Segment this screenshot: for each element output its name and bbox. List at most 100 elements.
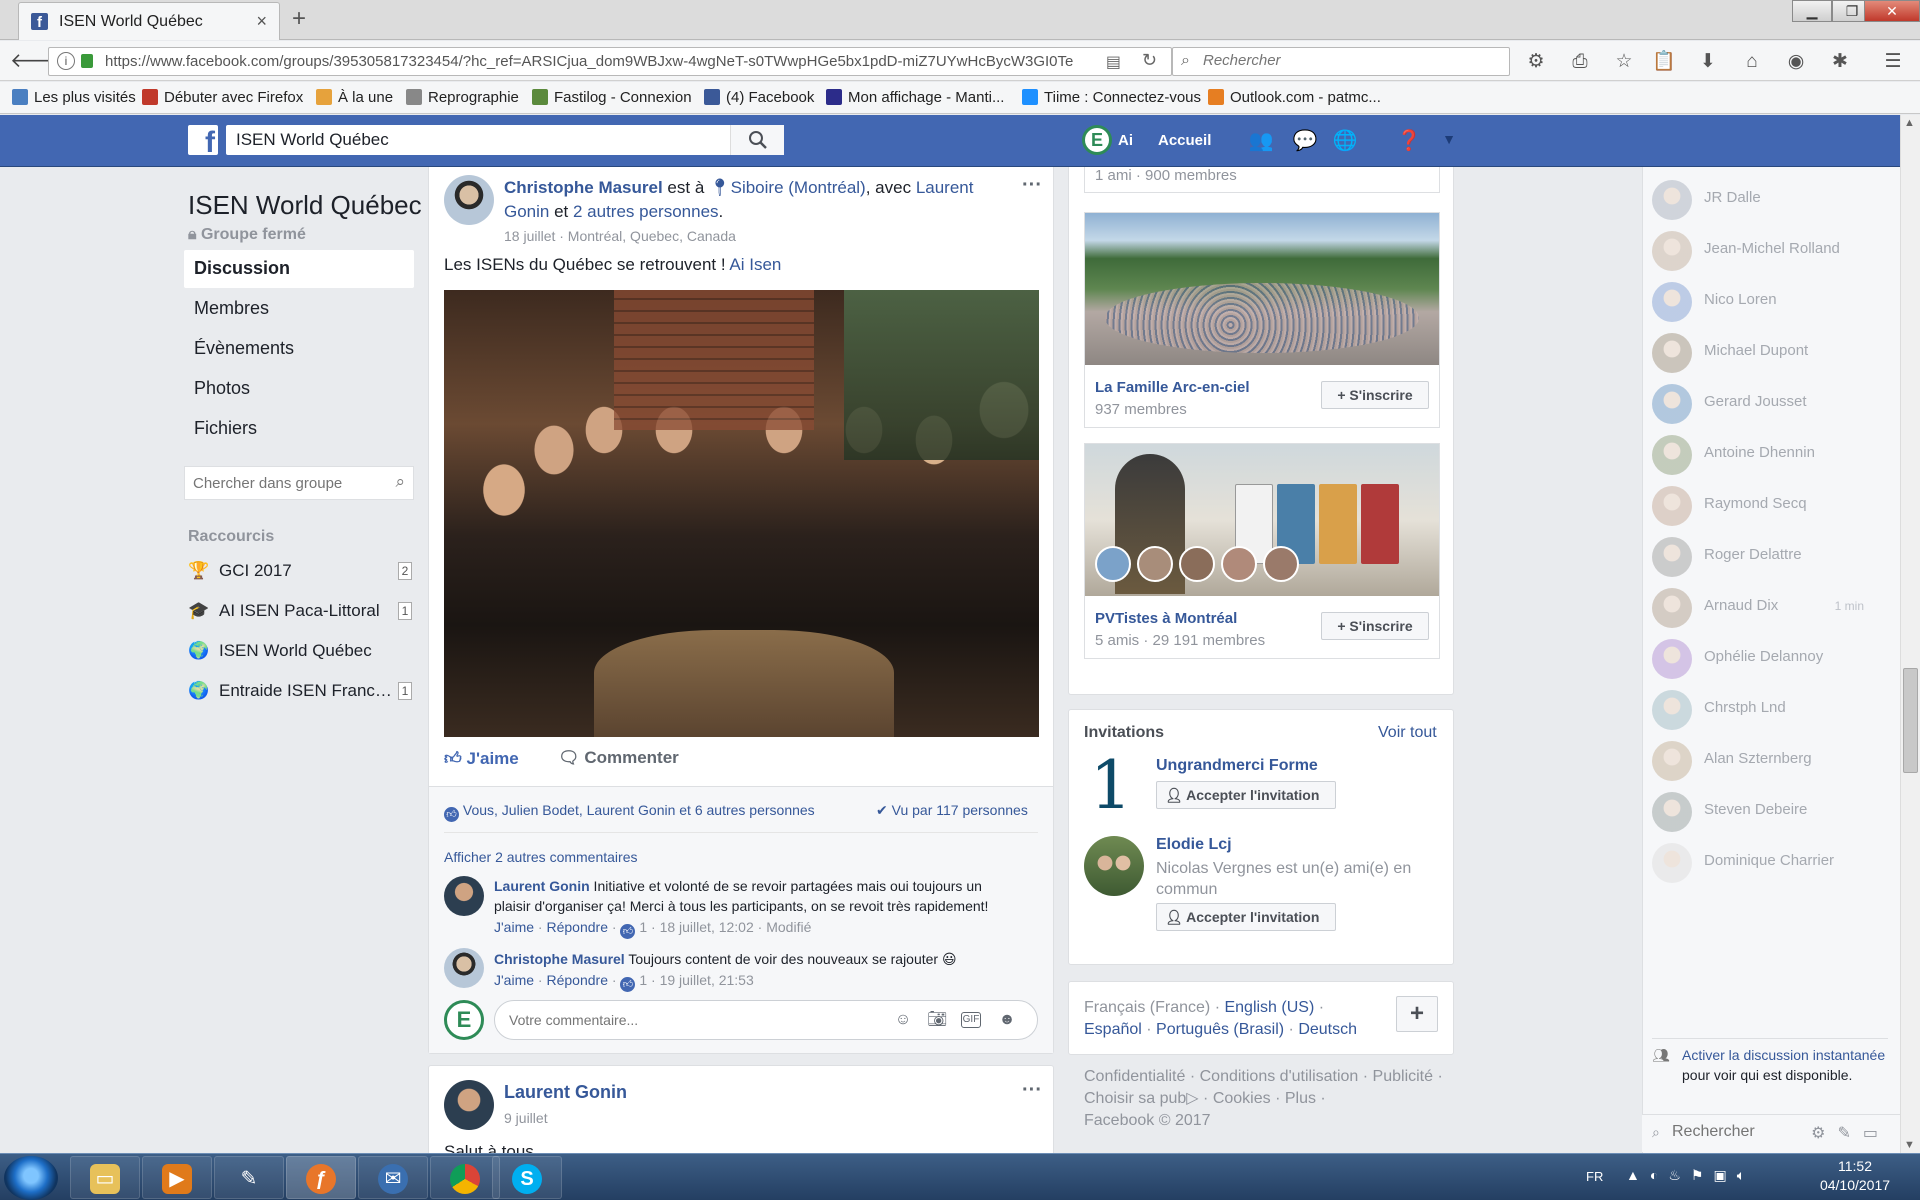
my-avatar[interactable]: E: [444, 1000, 484, 1040]
system-clock[interactable]: 11:52 04/10/2017: [1800, 1157, 1910, 1195]
input-language[interactable]: FR: [1586, 1169, 1603, 1184]
group-nav-events[interactable]: Évènements: [184, 330, 414, 368]
bookmark-item[interactable]: Reprographie: [406, 89, 519, 106]
address-bar[interactable]: i https://www.facebook.com/groups/395305…: [48, 47, 1172, 76]
post-author-avatar[interactable]: [444, 1080, 494, 1130]
footer-link[interactable]: Publicité: [1373, 1068, 1433, 1085]
account-menu-caret-icon[interactable]: ▼: [1436, 131, 1462, 157]
reload-icon[interactable]: ↻: [1142, 50, 1157, 71]
like-button[interactable]: 👍︎ J'aime: [444, 748, 519, 769]
tray-app-icon[interactable]: ♨: [1668, 1167, 1691, 1183]
comment-author-link[interactable]: Laurent Gonin: [494, 878, 590, 894]
comment-author-avatar[interactable]: [444, 948, 484, 988]
comment-date[interactable]: 18 juillet, 12:02: [660, 919, 754, 935]
footer-link[interactable]: Plus: [1285, 1090, 1316, 1107]
group-name[interactable]: ISEN World Québec: [188, 190, 422, 221]
adchoices-icon[interactable]: ▷: [1186, 1090, 1198, 1107]
bookmark-item[interactable]: Tiime : Connectez-vous: [1022, 89, 1201, 106]
facebook-logo-icon[interactable]: f: [188, 125, 218, 159]
print-icon[interactable]: ⎙: [1567, 49, 1593, 75]
chat-friend[interactable]: Ophélie Delannoy: [1652, 636, 1892, 682]
facebook-search-input[interactable]: ISEN World Québec: [226, 125, 784, 155]
site-info-icon[interactable]: i: [57, 52, 75, 70]
post-timestamp[interactable]: 18 juillet · Montréal, Quebec, Canada: [504, 228, 736, 244]
tab-close-icon[interactable]: ×: [256, 11, 267, 32]
comment-reply-link[interactable]: Répondre: [546, 972, 608, 988]
close-window-button[interactable]: ✕: [1864, 0, 1920, 22]
post-author-avatar[interactable]: [444, 175, 494, 225]
extension-icon[interactable]: ✱: [1827, 49, 1853, 75]
menu-hamburger-icon[interactable]: ☰: [1880, 49, 1906, 75]
join-group-button[interactable]: + S'inscrire: [1321, 381, 1429, 409]
footer-link[interactable]: Choisir sa pub: [1084, 1090, 1186, 1107]
comment-date[interactable]: 19 juillet, 21:53: [660, 972, 754, 988]
messenger-icon[interactable]: 💬: [1292, 128, 1318, 154]
browser-search-input[interactable]: [1203, 52, 1493, 69]
notifications-globe-icon[interactable]: 🌐: [1332, 128, 1358, 154]
chat-friend[interactable]: Gerard Jousset: [1652, 381, 1892, 427]
language-link[interactable]: Português (Brasil): [1156, 1021, 1284, 1038]
browser-search-box[interactable]: ⌕: [1172, 47, 1510, 76]
start-button-icon[interactable]: [4, 1156, 58, 1200]
volume-icon[interactable]: 🔈︎: [1737, 1167, 1755, 1183]
post-author-link[interactable]: Laurent Gonin: [504, 1082, 627, 1103]
activate-chat-link[interactable]: Activer la discussion instantanée: [1682, 1047, 1885, 1063]
group-nav-discussion[interactable]: Discussion: [184, 250, 414, 288]
network-icon[interactable]: ▣: [1713, 1167, 1736, 1183]
tagged-others-link[interactable]: 2 autres personnes: [573, 202, 719, 221]
language-link[interactable]: Español: [1084, 1021, 1142, 1038]
suggested-group-name[interactable]: La Famille Arc-en-ciel: [1095, 379, 1250, 396]
bookmark-item[interactable]: Les plus visités: [12, 89, 136, 106]
post-options-button[interactable]: ···: [1022, 174, 1042, 197]
bookmark-item[interactable]: Mon affichage - Manti...: [826, 89, 1004, 106]
gear-icon[interactable]: ⚙: [1523, 49, 1549, 75]
comment-author-link[interactable]: Christophe Masurel: [494, 951, 625, 967]
video-icon[interactable]: ▭: [1863, 1125, 1890, 1142]
invitation-name-link[interactable]: Ungrandmerci Forme: [1156, 757, 1318, 775]
help-icon[interactable]: ❓: [1396, 128, 1422, 154]
comment-like-count[interactable]: 1: [639, 972, 647, 988]
chat-friend[interactable]: Alan Szternberg: [1652, 738, 1892, 784]
group-nav-files[interactable]: Fichiers: [184, 410, 414, 448]
comment-like-link[interactable]: J'aime: [494, 919, 534, 935]
language-link[interactable]: English (US): [1224, 999, 1314, 1016]
facebook-search-value[interactable]: ISEN World Québec: [236, 130, 389, 150]
see-all-invitations-link[interactable]: Voir tout: [1378, 724, 1437, 742]
user-name-link[interactable]: Ai: [1118, 132, 1133, 149]
shortcut-item[interactable]: 🌍 Entraide ISEN Franc… 1: [188, 679, 412, 707]
suggested-group-cover[interactable]: [1085, 213, 1439, 365]
shortcut-item[interactable]: 🏆 GCI 2017 2: [188, 559, 412, 587]
chat-friend[interactable]: Antoine Dhennin: [1652, 432, 1892, 478]
group-nav-members[interactable]: Membres: [184, 290, 414, 328]
group-search-input[interactable]: [193, 475, 373, 492]
chat-friend[interactable]: Arnaud Dix 1 min: [1652, 585, 1892, 631]
tray-flag-icon[interactable]: ⚑: [1691, 1167, 1714, 1183]
tray-arrow-icon[interactable]: ▲: [1626, 1167, 1650, 1183]
scroll-down-arrow-icon[interactable]: ▼: [1904, 1139, 1915, 1151]
chat-friend[interactable]: Roger Delattre: [1652, 534, 1892, 580]
chat-friend[interactable]: Nico Loren: [1652, 279, 1892, 325]
gear-icon[interactable]: ⚙: [1811, 1125, 1837, 1142]
suggested-group-name[interactable]: PVTistes à Montréal: [1095, 610, 1237, 627]
bookmark-item[interactable]: Débuter avec Firefox: [142, 89, 303, 106]
comment-author-avatar[interactable]: [444, 876, 484, 916]
gif-icon[interactable]: GIF: [961, 1012, 981, 1028]
chat-friend[interactable]: Raymond Secq: [1652, 483, 1892, 529]
sticker-icon[interactable]: ☻: [997, 1010, 1017, 1030]
tray-app-icon[interactable]: ◐: [1650, 1167, 1668, 1183]
post-author-link[interactable]: Christophe Masurel: [504, 178, 663, 197]
post-timestamp[interactable]: 9 juillet: [504, 1110, 548, 1126]
comment-button[interactable]: 🗨︎ Commenter: [558, 748, 679, 768]
suggested-group[interactable]: PVTistes à Montréal 5 amis · 29 191 memb…: [1084, 443, 1440, 659]
accept-invitation-button[interactable]: 👤︎ Accepter l'invitation: [1156, 781, 1336, 809]
suggested-group[interactable]: La Famille Arc-en-ciel 937 membres + S'i…: [1084, 212, 1440, 428]
footer-link[interactable]: Cookies: [1213, 1090, 1271, 1107]
comment-like-link[interactable]: J'aime: [494, 972, 534, 988]
invitation-avatar[interactable]: 1: [1084, 753, 1138, 819]
footer-link[interactable]: Confidentialité: [1084, 1068, 1185, 1085]
compose-icon[interactable]: ✎: [1837, 1125, 1862, 1142]
group-search-box[interactable]: ⌕: [184, 466, 414, 500]
chat-friend[interactable]: Steven Debeire: [1652, 789, 1892, 835]
taskbar-thunderbird[interactable]: ✉: [358, 1156, 428, 1199]
new-tab-button[interactable]: +: [292, 5, 306, 33]
